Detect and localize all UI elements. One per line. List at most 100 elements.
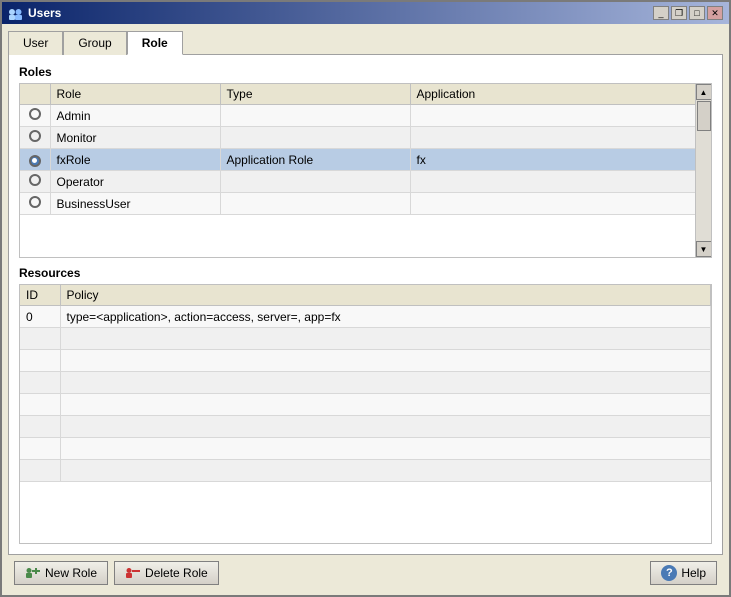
- roles-radio-0[interactable]: [20, 105, 50, 127]
- roles-radio-1[interactable]: [20, 127, 50, 149]
- resources-cell-policy-2: [60, 350, 711, 372]
- roles-col-application: Application: [410, 84, 711, 105]
- roles-tbody: Admin Monitor: [20, 105, 711, 215]
- resources-cell-policy-4: [60, 394, 711, 416]
- radio-icon[interactable]: [29, 130, 41, 142]
- new-role-button[interactable]: New Role: [14, 561, 108, 585]
- roles-cell-role-3: Operator: [50, 171, 220, 193]
- resources-cell-id-2: [20, 350, 60, 372]
- radio-icon[interactable]: [29, 108, 41, 120]
- tab-role[interactable]: Role: [127, 31, 183, 55]
- tab-group[interactable]: Group: [63, 31, 126, 55]
- tab-content-role: Roles Role Type Application: [8, 54, 723, 555]
- tab-bar: User Group Role: [8, 30, 723, 54]
- tab-user[interactable]: User: [8, 31, 63, 55]
- roles-cell-app-2: fx: [410, 149, 711, 171]
- window-title: Users: [28, 6, 61, 20]
- radio-icon[interactable]: [29, 174, 41, 186]
- table-row[interactable]: [20, 460, 711, 482]
- radio-icon[interactable]: [29, 155, 41, 167]
- roles-cell-app-3: [410, 171, 711, 193]
- roles-radio-4[interactable]: [20, 193, 50, 215]
- title-buttons: _ ❐ □ ✕: [653, 6, 723, 20]
- roles-cell-app-1: [410, 127, 711, 149]
- close-button[interactable]: ✕: [707, 6, 723, 20]
- resources-cell-id-4: [20, 394, 60, 416]
- resources-tbody: 0 type=<application>, action=access, ser…: [20, 306, 711, 482]
- users-icon: [8, 5, 24, 21]
- roles-cell-role-0: Admin: [50, 105, 220, 127]
- resources-section: Resources ID Policy 0 type=<appl: [19, 266, 712, 544]
- roles-cell-type-1: [220, 127, 410, 149]
- roles-table-container: Role Type Application Admin: [19, 83, 712, 258]
- scrollbar-up-button[interactable]: ▲: [696, 84, 712, 100]
- table-row[interactable]: [20, 372, 711, 394]
- resources-col-id: ID: [20, 285, 60, 306]
- restore-button[interactable]: ❐: [671, 6, 687, 20]
- title-bar-left: Users: [8, 5, 61, 21]
- new-role-icon: [25, 565, 41, 581]
- resources-cell-id-7: [20, 460, 60, 482]
- roles-table: Role Type Application Admin: [20, 84, 711, 215]
- table-row[interactable]: Admin: [20, 105, 711, 127]
- main-window: Users _ ❐ □ ✕ User Group Role Roles: [0, 0, 731, 597]
- table-row[interactable]: 0 type=<application>, action=access, ser…: [20, 306, 711, 328]
- table-row[interactable]: fxRole Application Role fx: [20, 149, 711, 171]
- scrollbar-thumb[interactable]: [697, 101, 711, 131]
- resources-header-row: ID Policy: [20, 285, 711, 306]
- delete-users-icon: [125, 565, 141, 581]
- resources-cell-id-1: [20, 328, 60, 350]
- help-icon: ?: [661, 565, 677, 581]
- resources-table: ID Policy 0 type=<application>, action=a…: [20, 285, 711, 482]
- roles-header-row: Role Type Application: [20, 84, 711, 105]
- resources-cell-policy-5: [60, 416, 711, 438]
- roles-col-type: Type: [220, 84, 410, 105]
- delete-role-button[interactable]: Delete Role: [114, 561, 219, 585]
- roles-cell-app-4: [410, 193, 711, 215]
- table-row[interactable]: [20, 394, 711, 416]
- resources-cell-policy-7: [60, 460, 711, 482]
- minimize-button[interactable]: _: [653, 6, 669, 20]
- roles-radio-3[interactable]: [20, 171, 50, 193]
- footer: New Role Delete Role ? Help: [8, 555, 723, 589]
- table-row[interactable]: [20, 350, 711, 372]
- table-row[interactable]: [20, 438, 711, 460]
- roles-cell-type-4: [220, 193, 410, 215]
- roles-cell-type-2: Application Role: [220, 149, 410, 171]
- delete-role-label: Delete Role: [145, 566, 208, 580]
- table-row[interactable]: [20, 416, 711, 438]
- roles-scrollbar[interactable]: ▲ ▼: [695, 84, 711, 257]
- table-row[interactable]: Monitor: [20, 127, 711, 149]
- add-users-icon: [25, 565, 41, 581]
- content-area: User Group Role Roles Role Type Appl: [2, 24, 729, 595]
- help-button[interactable]: ? Help: [650, 561, 717, 585]
- roles-cell-type-0: [220, 105, 410, 127]
- table-row[interactable]: [20, 328, 711, 350]
- resources-label: Resources: [19, 266, 712, 280]
- table-row[interactable]: Operator: [20, 171, 711, 193]
- resources-cell-id-0: 0: [20, 306, 60, 328]
- resources-cell-policy-3: [60, 372, 711, 394]
- roles-cell-role-2: fxRole: [50, 149, 220, 171]
- roles-col-radio: [20, 84, 50, 105]
- resources-cell-id-3: [20, 372, 60, 394]
- radio-icon[interactable]: [29, 196, 41, 208]
- roles-label: Roles: [19, 65, 712, 79]
- delete-role-icon: [125, 565, 141, 581]
- resources-cell-policy-1: [60, 328, 711, 350]
- roles-cell-role-1: Monitor: [50, 127, 220, 149]
- maximize-button[interactable]: □: [689, 6, 705, 20]
- new-role-label: New Role: [45, 566, 97, 580]
- title-bar: Users _ ❐ □ ✕: [2, 2, 729, 24]
- scrollbar-down-button[interactable]: ▼: [696, 241, 712, 257]
- help-label: Help: [681, 566, 706, 580]
- resources-cell-id-5: [20, 416, 60, 438]
- roles-cell-type-3: [220, 171, 410, 193]
- roles-radio-2[interactable]: [20, 149, 50, 171]
- resources-cell-policy-6: [60, 438, 711, 460]
- roles-cell-role-4: BusinessUser: [50, 193, 220, 215]
- table-row[interactable]: BusinessUser: [20, 193, 711, 215]
- roles-section: Roles Role Type Application: [19, 65, 712, 258]
- roles-cell-app-0: [410, 105, 711, 127]
- scrollbar-track[interactable]: [696, 100, 712, 241]
